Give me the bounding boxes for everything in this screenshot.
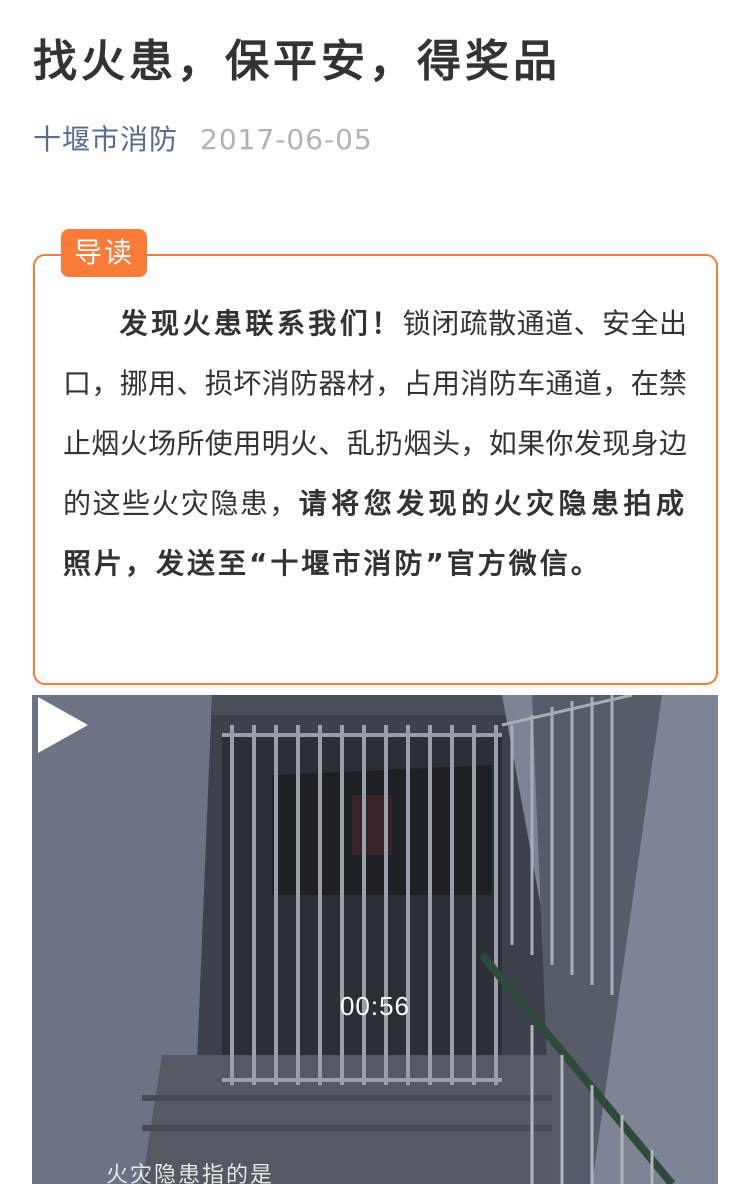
article-title: 找火患，保平安，得奖品 — [33, 36, 561, 87]
video-thumbnail — [32, 695, 718, 1184]
article-meta: 十堰市消防 2017-06-05 — [33, 118, 373, 162]
video-player[interactable]: 00:56 火灾隐患指的是 — [32, 695, 718, 1184]
guide-lead-bold: 发现火患联系我们！ — [119, 307, 403, 340]
guide-tag: 导读 — [61, 229, 147, 277]
play-icon[interactable] — [32, 695, 92, 755]
video-subtitle: 火灾隐患指的是 — [106, 1163, 275, 1184]
video-duration: 00:56 — [339, 991, 411, 1021]
publish-date: 2017-06-05 — [200, 123, 373, 156]
account-name-link[interactable]: 十堰市消防 — [33, 118, 178, 162]
guide-text: 发现火患联系我们！锁闭疏散通道、安全出口，挪用、损坏消防器材，占用消防车通道，在… — [63, 294, 687, 594]
